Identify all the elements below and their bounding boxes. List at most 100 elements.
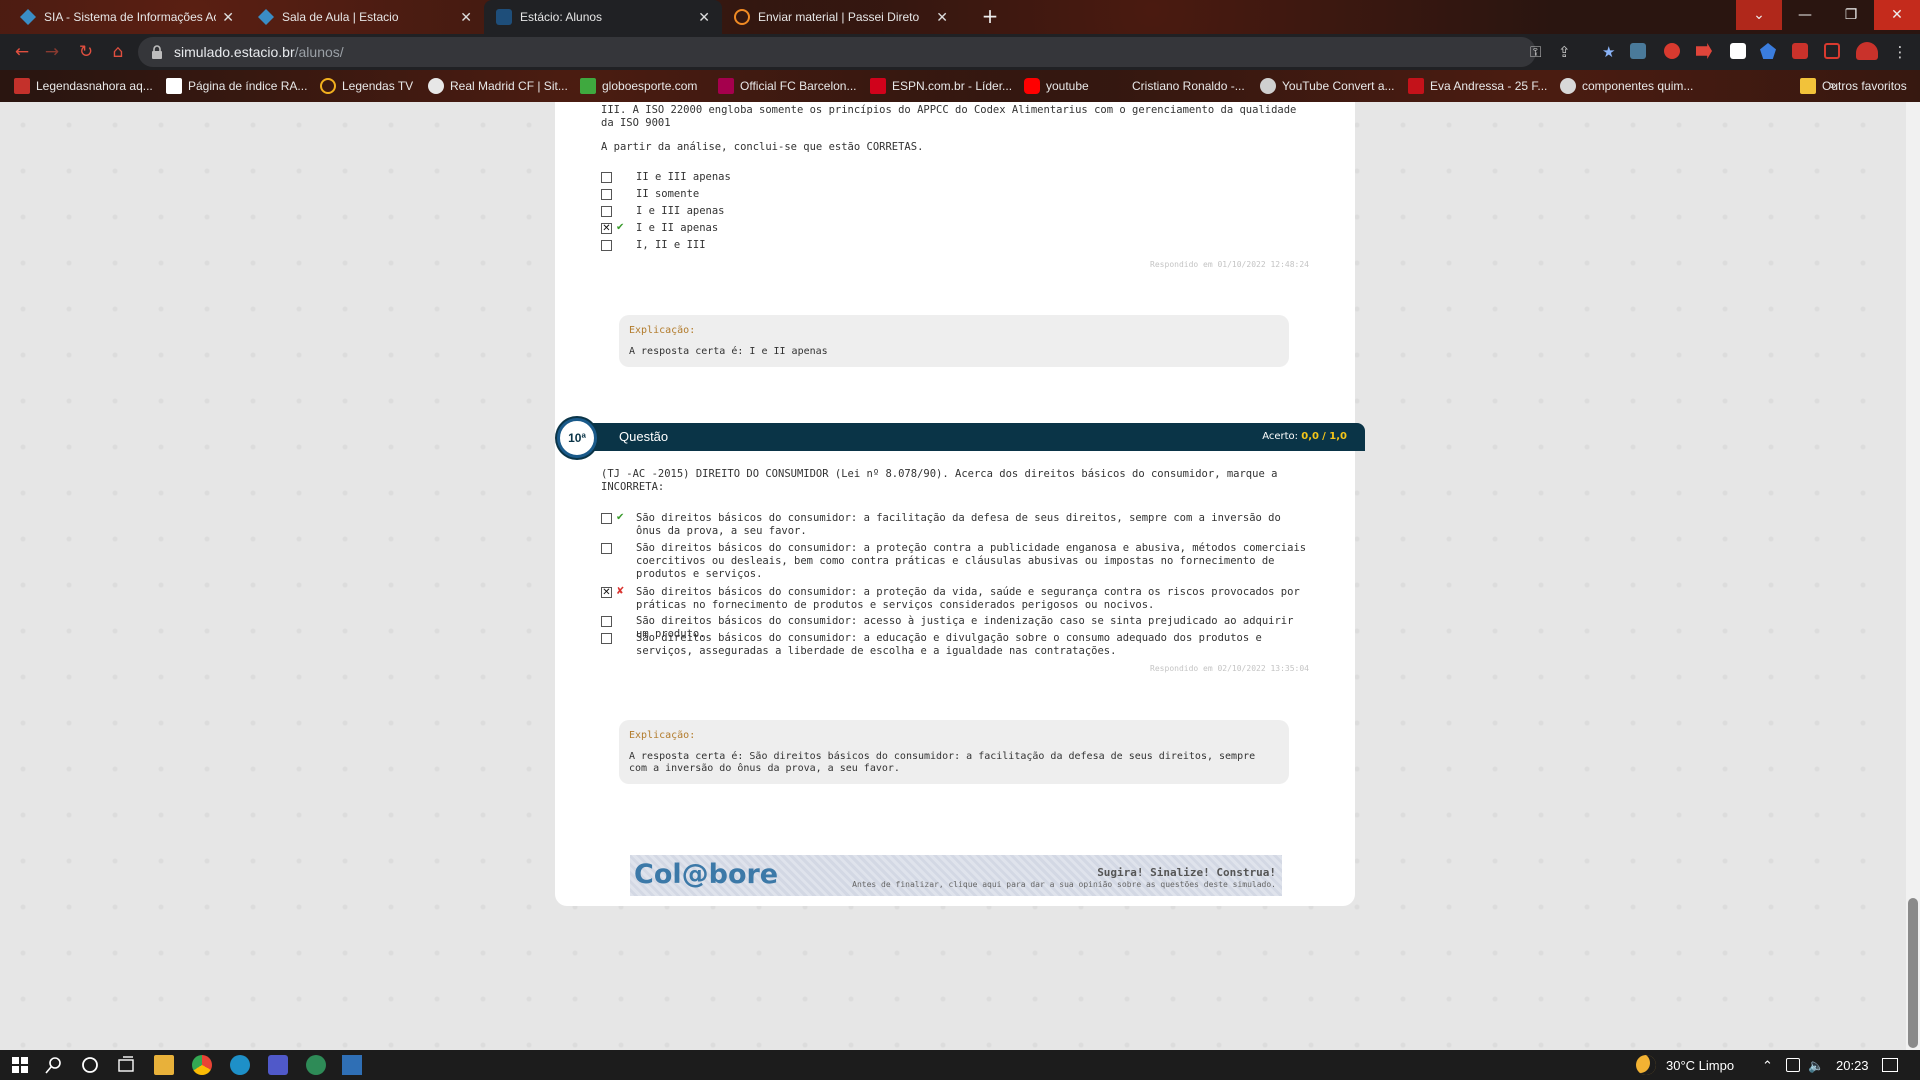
other-bookmarks-folder[interactable]: Outros favoritos bbox=[1800, 78, 1907, 94]
close-icon[interactable]: ✕ bbox=[936, 9, 948, 26]
close-icon[interactable]: ✕ bbox=[698, 9, 710, 26]
edge-icon[interactable] bbox=[230, 1055, 250, 1075]
bookmark-item[interactable]: componentes quim... bbox=[1560, 78, 1693, 94]
score-total: / 1,0 bbox=[1322, 431, 1347, 442]
bookmark-label: YouTube Convert a... bbox=[1282, 79, 1395, 93]
notifications-icon[interactable] bbox=[1882, 1058, 1898, 1072]
moon-weather-icon[interactable] bbox=[1636, 1055, 1656, 1075]
checkbox[interactable] bbox=[601, 543, 612, 554]
checkbox[interactable] bbox=[601, 616, 612, 627]
bookmark-label: Real Madrid CF | Sit... bbox=[450, 79, 568, 93]
app-icon[interactable] bbox=[306, 1055, 326, 1075]
tab-sala-de-aula[interactable]: Sala de Aula | Estacio ✕ bbox=[246, 0, 484, 34]
q10-option[interactable]: ✕ ✘ São direitos básicos do consumidor: a… bbox=[601, 586, 1311, 612]
explanation-body: A resposta certa é: São direitos básicos… bbox=[629, 751, 1256, 774]
tab-passei-direto[interactable]: Enviar material | Passei Direto ✕ bbox=[722, 0, 960, 34]
extension-icon[interactable] bbox=[1696, 43, 1712, 59]
real-madrid-icon bbox=[428, 78, 444, 94]
tray-chevron-icon[interactable]: ⌃ bbox=[1762, 1058, 1773, 1074]
q10-option[interactable]: São direitos básicos do consumidor: a ed… bbox=[601, 632, 1311, 658]
task-view-icon[interactable] bbox=[116, 1055, 136, 1075]
share-icon[interactable]: ⇪ bbox=[1558, 43, 1571, 61]
cortana-icon[interactable] bbox=[80, 1055, 100, 1075]
checkbox[interactable] bbox=[601, 206, 612, 217]
q9-conclusion: A partir da análise, conclui-se que estã… bbox=[601, 141, 924, 153]
colabore-note: Antes de finalizar, clique aqui para dar… bbox=[852, 880, 1276, 889]
bookmark-item[interactable]: Official FC Barcelon... bbox=[718, 78, 856, 94]
bookmark-item[interactable]: Eva Andressa - 25 F... bbox=[1408, 78, 1547, 94]
key-icon[interactable]: ⚿ bbox=[1530, 43, 1541, 61]
window-close-button[interactable]: ✕ bbox=[1874, 0, 1920, 30]
bookmark-item[interactable]: globoesporte.com bbox=[580, 78, 697, 94]
tab-title: Sala de Aula | Estacio bbox=[282, 10, 399, 24]
tab-search-button[interactable]: ⌄ bbox=[1736, 0, 1782, 30]
teams-icon[interactable] bbox=[268, 1055, 288, 1075]
bookmark-item[interactable]: YouTube Convert a... bbox=[1260, 78, 1395, 94]
q10-option[interactable]: ✔ São direitos básicos do consumidor: a … bbox=[601, 512, 1311, 538]
q9-option[interactable]: ✕ ✔ I e II apenas bbox=[601, 222, 1311, 235]
close-icon[interactable]: ✕ bbox=[222, 9, 234, 26]
bookmark-label: Official FC Barcelon... bbox=[740, 79, 857, 93]
q9-option[interactable]: II e III apenas bbox=[601, 171, 1311, 184]
side-panel-icon[interactable] bbox=[1824, 43, 1840, 59]
bookmark-star-icon[interactable]: ★ bbox=[1602, 43, 1615, 61]
bookmark-item[interactable]: Legendasnahora aq... bbox=[14, 78, 153, 94]
page-viewport: III. A ISO 22000 engloba somente os prin… bbox=[0, 102, 1920, 1050]
q9-option[interactable]: I, II e III bbox=[601, 239, 1311, 252]
close-icon[interactable]: ✕ bbox=[460, 9, 472, 26]
bookmark-item[interactable]: Cristiano Ronaldo -... bbox=[1110, 78, 1245, 94]
new-tab-button[interactable]: + bbox=[978, 5, 1002, 29]
colabore-banner[interactable]: Col@bore Sugira! Sinalize! Construa! Ant… bbox=[630, 855, 1282, 896]
reload-button[interactable]: ↻ bbox=[74, 40, 98, 64]
explanation-title: Explicação: bbox=[629, 730, 696, 741]
restore-button[interactable]: ❐ bbox=[1828, 0, 1874, 30]
checkbox[interactable] bbox=[601, 240, 612, 251]
menu-icon[interactable]: ⋮ bbox=[1888, 40, 1912, 64]
bookmark-item[interactable]: Página de índice RA... bbox=[166, 78, 307, 94]
bookmark-item[interactable]: youtube bbox=[1024, 78, 1089, 94]
question-number-badge: 10ª bbox=[557, 418, 597, 458]
extension-icon[interactable] bbox=[1760, 43, 1776, 59]
checkbox[interactable] bbox=[601, 189, 612, 200]
app-icon[interactable] bbox=[342, 1055, 362, 1075]
explanation-box: Explicação: A resposta certa é: I e II a… bbox=[619, 315, 1289, 367]
bookmark-item[interactable]: ESPN.com.br - Líder... bbox=[870, 78, 1012, 94]
extension-icon[interactable] bbox=[1730, 43, 1746, 59]
extensions-puzzle-icon[interactable] bbox=[1792, 43, 1808, 59]
mark-slot bbox=[612, 171, 636, 184]
checkbox[interactable] bbox=[601, 633, 612, 644]
q9-option[interactable]: I e III apenas bbox=[601, 205, 1311, 218]
windows-start-icon[interactable] bbox=[10, 1055, 30, 1075]
tab-sia[interactable]: SIA - Sistema de Informações Ac ✕ bbox=[8, 0, 246, 34]
bookmark-item[interactable]: Real Madrid CF | Sit... bbox=[428, 78, 568, 94]
scrollbar-thumb[interactable] bbox=[1908, 898, 1918, 1048]
search-icon[interactable] bbox=[44, 1055, 64, 1075]
extension-icon[interactable] bbox=[1630, 43, 1646, 59]
avatar[interactable] bbox=[1856, 42, 1878, 60]
tab-estacio-alunos[interactable]: Estácio: Alunos ✕ bbox=[484, 0, 722, 34]
option-label: I e II apenas bbox=[636, 222, 719, 234]
bookmark-item[interactable]: Legendas TV bbox=[320, 78, 413, 94]
weather-text[interactable]: 30°C Limpo bbox=[1666, 1058, 1734, 1073]
checkbox-checked[interactable]: ✕ bbox=[601, 223, 612, 234]
volume-icon[interactable]: 🔈 bbox=[1808, 1058, 1824, 1074]
q9-option[interactable]: II somente bbox=[601, 188, 1311, 201]
minimize-button[interactable]: — bbox=[1782, 0, 1828, 30]
checkbox-checked[interactable]: ✕ bbox=[601, 587, 612, 598]
chrome-icon[interactable] bbox=[192, 1055, 212, 1075]
back-button[interactable]: ← bbox=[10, 40, 34, 64]
q9-statement: III. A ISO 22000 engloba somente os prin… bbox=[601, 104, 1297, 129]
lock-icon bbox=[152, 45, 162, 59]
folder-icon bbox=[1800, 78, 1816, 94]
address-bar[interactable]: simulado.estacio.br/alunos/ ⚿ ⇪ ★ bbox=[138, 37, 1615, 67]
clock-time[interactable]: 20:23 bbox=[1836, 1058, 1869, 1073]
home-button[interactable]: ⌂ bbox=[106, 40, 130, 64]
checkbox[interactable] bbox=[601, 513, 612, 524]
network-icon[interactable] bbox=[1786, 1058, 1800, 1072]
q10-option[interactable]: São direitos básicos do consumidor: a pr… bbox=[601, 542, 1311, 581]
checkbox[interactable] bbox=[601, 172, 612, 183]
extension-icon[interactable] bbox=[1664, 43, 1680, 59]
file-explorer-icon[interactable] bbox=[154, 1055, 174, 1075]
sia-icon bbox=[258, 9, 274, 25]
forward-button[interactable]: → bbox=[40, 40, 64, 64]
